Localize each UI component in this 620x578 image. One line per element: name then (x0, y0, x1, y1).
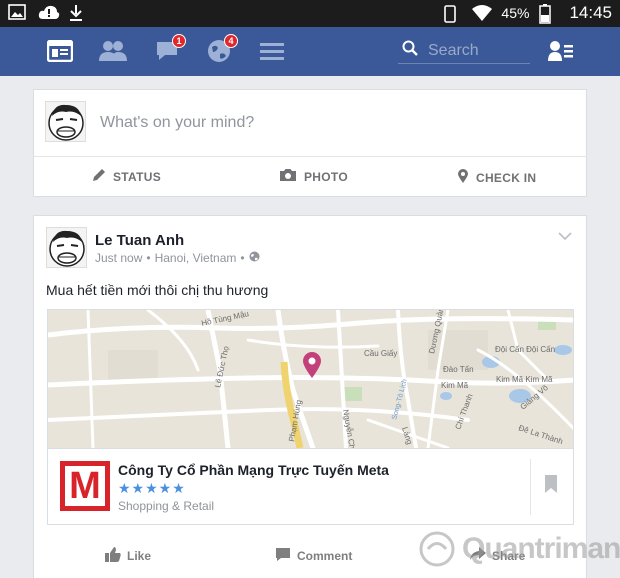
battery-icon (539, 4, 559, 24)
friend-requests-icon[interactable] (98, 37, 128, 65)
camera-icon (279, 168, 297, 185)
photo-label: PHOTO (304, 169, 348, 184)
status-prompt[interactable]: What's on your mind? (100, 114, 254, 132)
friends-list-icon[interactable] (546, 37, 576, 65)
check-in-label: CHECK IN (476, 170, 537, 185)
svg-text:Đội Cấn Đội Cấn: Đội Cấn Đội Cấn (495, 345, 555, 354)
notifications-globe-icon[interactable]: 4 (204, 34, 238, 65)
bookmark-icon[interactable] (545, 475, 557, 498)
logo-letter: M (65, 466, 105, 506)
place-info: M Công Ty Cổ Phần Mạng Trực Tuyến Meta ★… (48, 448, 573, 524)
composer-card: What's on your mind? STATUS PHOTO CHECK … (33, 89, 587, 197)
author-name[interactable]: Le Tuan Anh (95, 232, 184, 249)
post-card: Le Tuan Anh Just now • Hanoi, Vietnam • … (33, 215, 587, 578)
wifi-icon (471, 4, 493, 22)
download-icon (68, 4, 88, 22)
location-pin-icon (457, 168, 469, 187)
messages-badge: 1 (172, 34, 186, 48)
comment-label: Comment (297, 549, 353, 563)
photo-button[interactable]: PHOTO (279, 168, 348, 185)
separator-dot: • (240, 251, 245, 265)
svg-text:Kim Mã: Kim Mã (441, 381, 469, 390)
menu-icon[interactable] (257, 37, 287, 65)
check-in-button[interactable]: CHECK IN (457, 168, 536, 187)
comment-button[interactable]: Comment (275, 547, 352, 565)
divider (34, 156, 586, 157)
status-label: STATUS (113, 169, 162, 184)
like-label: Like (127, 549, 152, 563)
notifications-badge: 4 (224, 34, 238, 48)
place-category: Shopping & Retail (118, 499, 215, 513)
post-location[interactable]: Hanoi, Vietnam (155, 251, 237, 265)
user-avatar[interactable] (45, 101, 86, 142)
post-time[interactable]: Just now (95, 251, 142, 265)
status-button[interactable]: STATUS (92, 168, 161, 185)
place-attachment[interactable]: Hồ Tùng Mậu Lê Đức Thọ Phạm Hùng Cầu Giấ… (47, 309, 574, 525)
search-icon (402, 40, 418, 61)
search-bar[interactable]: Search (398, 38, 530, 64)
top-nav-bar: 1 4 Search (0, 27, 620, 76)
place-name[interactable]: Công Ty Cổ Phần Mạng Trực Tuyến Meta (118, 462, 389, 478)
watermark-logo-icon (419, 531, 455, 567)
watermark-text: Quantrimang (462, 532, 620, 565)
news-feed-icon[interactable] (45, 37, 75, 65)
pencil-icon (92, 168, 106, 185)
clock: 14:45 (569, 3, 612, 22)
messages-icon[interactable]: 1 (152, 34, 186, 65)
cloud-alert-icon (38, 4, 60, 22)
map-preview[interactable]: Hồ Tùng Mậu Lê Đức Thọ Phạm Hùng Cầu Giấ… (48, 310, 573, 476)
rotation-icon (441, 4, 461, 23)
like-button[interactable]: Like (105, 547, 151, 565)
author-avatar[interactable] (46, 227, 87, 268)
svg-text:Kim Mã Kim Mã: Kim Mã Kim Mã (496, 375, 553, 384)
rating-stars: ★★★★★ (118, 480, 186, 496)
post-message: Mua hết tiền mới thôi chị thu hương (46, 282, 269, 298)
battery-level: 45% (501, 5, 530, 21)
watermark: Quantrimang (418, 530, 620, 568)
status-bar: 45% 14:45 (0, 0, 620, 27)
chevron-down-icon[interactable] (558, 228, 572, 246)
search-placeholder: Search (428, 41, 479, 59)
comment-icon (275, 547, 291, 565)
globe-privacy-icon (249, 251, 260, 265)
svg-text:Đào Tấn: Đào Tấn (443, 365, 474, 374)
post-meta: Just now • Hanoi, Vietnam • (95, 251, 260, 265)
thumbs-up-icon (105, 547, 121, 565)
gallery-icon (8, 4, 28, 22)
company-logo: M (60, 461, 110, 511)
divider (530, 459, 531, 515)
svg-text:Cầu Giấy: Cầu Giấy (364, 349, 397, 358)
meta-separator: • (146, 251, 151, 265)
